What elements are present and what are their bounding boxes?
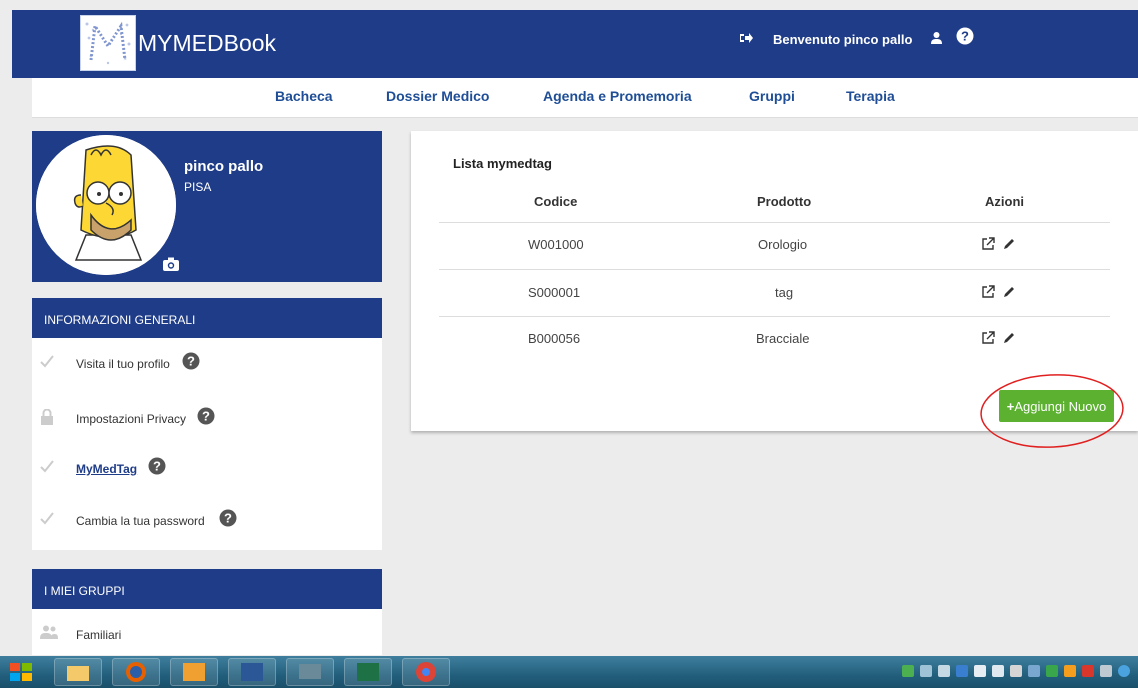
tray-icon[interactable] — [902, 665, 914, 677]
mymedtag-list-card: Lista mymedtag Codice Prodotto Azioni W0… — [411, 131, 1138, 431]
row-divider — [439, 222, 1110, 223]
svg-text:?: ? — [202, 409, 210, 424]
tray-icon[interactable] — [1064, 665, 1076, 677]
remote-desktop-icon[interactable] — [286, 658, 334, 686]
tray-icon[interactable] — [974, 665, 986, 677]
menu-item-label[interactable]: Visita il tuo profilo — [76, 357, 170, 371]
network-icon[interactable] — [1118, 665, 1130, 677]
group-item-familiari[interactable]: Familiari — [32, 621, 382, 649]
avatar-cartoon-image — [36, 135, 176, 275]
lock-icon — [40, 408, 54, 430]
nav-terapia[interactable]: Terapia — [846, 88, 895, 104]
column-header-prodotto: Prodotto — [757, 194, 812, 209]
pencil-edit-icon[interactable] — [1002, 237, 1016, 256]
menu-item-privacy[interactable]: Impostazioni Privacy ? — [32, 405, 382, 433]
check-icon — [40, 459, 54, 478]
card-title: Lista mymedtag — [453, 156, 552, 171]
check-icon — [40, 511, 54, 530]
check-icon — [40, 354, 54, 373]
profile-card: pinco pallo PISA — [32, 131, 382, 282]
add-new-label: Aggiungi Nuovo — [1014, 398, 1107, 414]
column-header-azioni: Azioni — [985, 194, 1024, 209]
tray-icon[interactable] — [1046, 665, 1058, 677]
column-header-codice: Codice — [534, 194, 578, 209]
nav-dossier-medico[interactable]: Dossier Medico — [386, 88, 489, 104]
battery-icon[interactable] — [992, 665, 1004, 677]
start-menu-icon[interactable] — [8, 660, 34, 688]
welcome-user-text[interactable]: Benvenuto pinco pallo — [773, 32, 912, 47]
cell-codice: B000056 — [528, 331, 581, 346]
info-panel-header: INFORMAZIONI GENERALI — [32, 298, 382, 338]
pencil-edit-icon[interactable] — [1002, 285, 1016, 304]
menu-item-label[interactable]: Impostazioni Privacy — [76, 412, 186, 426]
tray-icon[interactable] — [1028, 665, 1040, 677]
camera-icon[interactable] — [163, 257, 179, 276]
help-icon[interactable]: ? — [956, 27, 974, 50]
mymedtag-link[interactable]: MyMedTag — [76, 462, 137, 476]
add-new-button[interactable]: +Aggiungi Nuovo — [999, 390, 1114, 422]
svg-text:?: ? — [153, 459, 161, 474]
profile-name: pinco pallo — [184, 158, 264, 175]
info-panel: Visita il tuo profilo ? Impostazioni Pri… — [32, 338, 382, 550]
excel-icon[interactable] — [344, 658, 392, 686]
user-icon[interactable] — [930, 31, 943, 49]
profile-city: PISA — [184, 180, 212, 194]
users-icon — [40, 625, 58, 644]
menu-item-mymedtag[interactable]: MyMedTag ? — [32, 455, 382, 483]
help-icon[interactable]: ? — [148, 457, 166, 480]
main-navigation: Bacheca Dossier Medico Agenda e Promemor… — [32, 78, 1138, 118]
svg-text:?: ? — [961, 29, 969, 44]
nav-bacheca[interactable]: Bacheca — [275, 88, 333, 104]
menu-item-password[interactable]: Cambia la tua password ? — [32, 507, 382, 535]
nav-gruppi[interactable]: Gruppi — [749, 88, 795, 104]
help-icon[interactable]: ? — [197, 407, 215, 430]
groups-panel-header: I MIEI GRUPPI — [32, 569, 382, 609]
cell-codice: S000001 — [528, 285, 581, 300]
open-external-icon[interactable] — [981, 331, 995, 350]
nav-agenda-promemoria[interactable]: Agenda e Promemoria — [543, 88, 692, 104]
avatar[interactable] — [36, 135, 176, 275]
logout-icon[interactable] — [739, 32, 753, 47]
tray-icon[interactable] — [1100, 665, 1112, 677]
outlook-icon[interactable] — [170, 658, 218, 686]
logo-m-icon — [81, 16, 135, 70]
tray-icon[interactable] — [1010, 665, 1022, 677]
help-icon[interactable]: ? — [219, 509, 237, 532]
app-logo[interactable] — [80, 15, 136, 71]
windows-taskbar — [0, 656, 1138, 688]
groups-panel: Familiari — [32, 609, 382, 655]
help-icon[interactable]: ? — [182, 352, 200, 375]
cell-prodotto: Orologio — [758, 237, 808, 252]
tray-icon[interactable] — [956, 665, 968, 677]
svg-text:?: ? — [224, 511, 232, 526]
open-external-icon[interactable] — [981, 285, 995, 304]
word-icon[interactable] — [228, 658, 276, 686]
pencil-edit-icon[interactable] — [1002, 331, 1016, 350]
tray-icon[interactable] — [1082, 665, 1094, 677]
svg-text:?: ? — [187, 354, 195, 369]
cell-prodotto: Bracciale — [756, 331, 810, 346]
firefox-icon[interactable] — [112, 658, 160, 686]
row-divider — [439, 269, 1110, 270]
row-divider — [439, 316, 1110, 317]
app-title[interactable]: MYMEDBook — [138, 30, 276, 57]
chrome-icon[interactable] — [402, 658, 450, 686]
cell-codice: W001000 — [528, 237, 584, 252]
cell-prodotto: tag — [775, 285, 794, 300]
signal-icon[interactable] — [938, 665, 950, 677]
open-external-icon[interactable] — [981, 237, 995, 256]
group-item-label[interactable]: Familiari — [76, 628, 121, 642]
file-explorer-icon[interactable] — [54, 658, 102, 686]
menu-item-visita-profilo[interactable]: Visita il tuo profilo ? — [32, 350, 382, 378]
top-header: MYMEDBook Benvenuto pinco pallo ? — [12, 10, 1138, 78]
tray-icon[interactable] — [920, 665, 932, 677]
menu-item-label[interactable]: Cambia la tua password — [76, 514, 205, 528]
